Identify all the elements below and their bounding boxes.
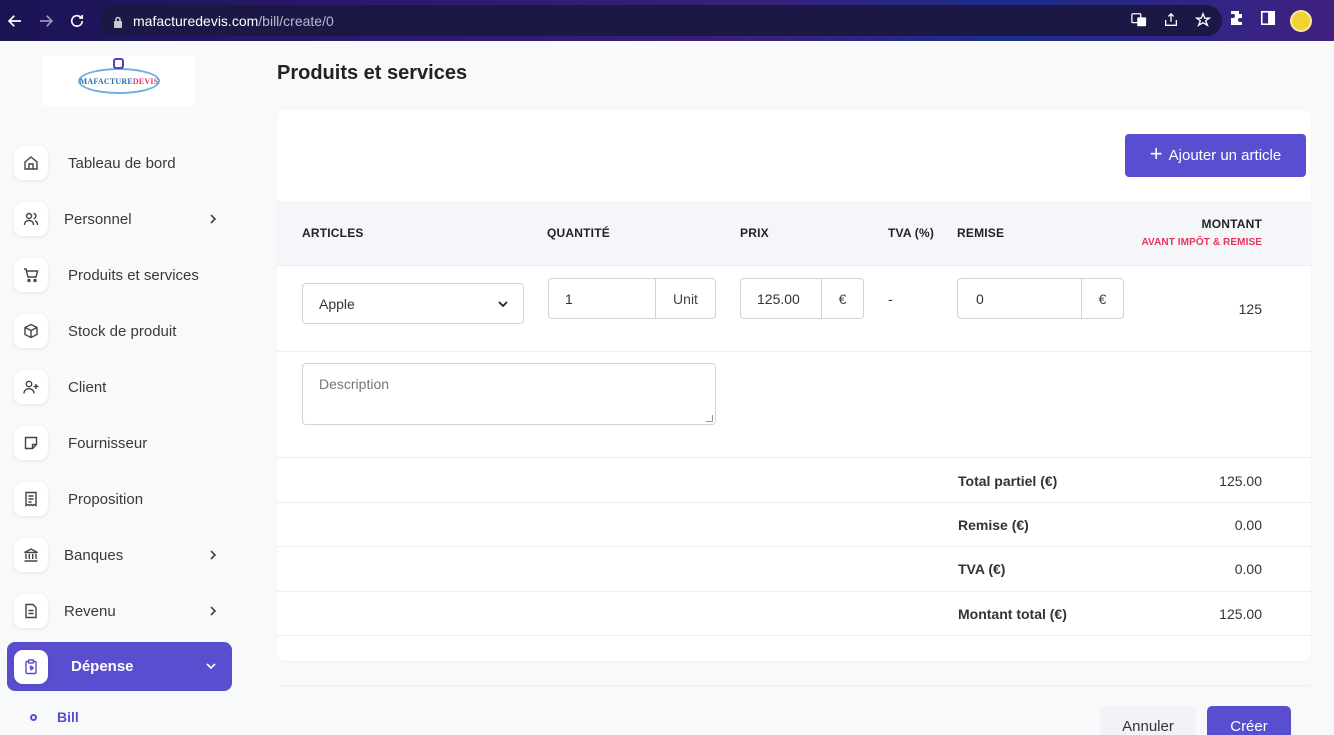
sidebar-subitem-label: Bill	[57, 709, 79, 725]
box-icon	[14, 314, 48, 348]
divider	[277, 502, 1311, 503]
discount-currency-addon: €	[1081, 279, 1123, 318]
col-quantite: QUANTITÉ	[547, 226, 610, 240]
bank-icon	[14, 538, 48, 572]
reload-icon[interactable]	[64, 8, 90, 34]
sidebar-item-label: Dépense	[71, 658, 134, 675]
resize-handle[interactable]	[706, 415, 713, 422]
description-textarea[interactable]: Description	[302, 363, 716, 425]
divider	[277, 351, 1311, 352]
article-select-value: Apple	[319, 295, 355, 312]
sidebar-item-label: Proposition	[68, 490, 144, 508]
create-button[interactable]: Créer	[1207, 706, 1291, 735]
home-icon	[14, 146, 48, 180]
description-placeholder: Description	[319, 376, 390, 392]
discount-total-label: Remise (€)	[958, 517, 1029, 533]
divider	[277, 591, 1311, 592]
sidebar-item-stock[interactable]: Stock de produit	[14, 313, 176, 349]
lock-icon	[113, 15, 123, 28]
chevron-right-icon	[210, 606, 217, 616]
add-article-label: Ajouter un article	[1168, 147, 1282, 164]
sidebar: MAFACTURE DEVIS Tableau de bord Personnel…	[0, 41, 245, 735]
chevron-right-icon	[210, 214, 217, 224]
sidebar-item-label: Fournisseur	[68, 434, 148, 452]
col-prix: PRIX	[740, 226, 769, 240]
users-icon	[14, 202, 48, 236]
subtotal-label: Total partiel (€)	[958, 473, 1058, 489]
price-input[interactable]: 125.00 €	[740, 278, 864, 319]
page-title: Produits et services	[277, 62, 468, 84]
star-icon[interactable]	[1194, 11, 1212, 29]
brand-logo[interactable]: MAFACTURE DEVIS	[43, 56, 195, 106]
note-icon	[14, 426, 48, 460]
sidebar-item-produits[interactable]: Produits et services	[14, 257, 199, 293]
tva-total-label: TVA (€)	[958, 561, 1006, 577]
translate-icon[interactable]	[1130, 11, 1148, 29]
col-tva: TVA (%)	[888, 226, 935, 240]
sidebar-item-revenu[interactable]: Revenu	[14, 593, 217, 629]
url-text: mafacturedevis.com/bill/create/0	[133, 12, 334, 29]
browser-toolbar: mafacturedevis.com/bill/create/0	[0, 0, 1334, 41]
address-bar[interactable]: mafacturedevis.com/bill/create/0	[99, 5, 1222, 36]
sidebar-item-label: Stock de produit	[68, 322, 177, 340]
quantity-input[interactable]: 1 Unit	[548, 278, 716, 319]
col-articles: ARTICLES	[302, 226, 364, 240]
chevron-right-icon	[210, 550, 217, 560]
article-select[interactable]: Apple	[302, 283, 524, 324]
cancel-button[interactable]: Annuler	[1100, 706, 1196, 735]
sidebar-item-proposition[interactable]: Proposition	[14, 481, 143, 517]
profile-avatar[interactable]	[1290, 9, 1312, 32]
col-montant-sub: AVANT IMPÔT & REMISE	[1141, 237, 1262, 248]
row-amount: 125	[1238, 301, 1262, 317]
subtotal-value: 125.00	[1219, 473, 1262, 489]
back-icon[interactable]	[2, 8, 28, 34]
unit-addon: Unit	[655, 279, 715, 318]
sidebar-icon[interactable]	[1260, 10, 1276, 31]
price-value: 125.00	[757, 290, 800, 307]
bullet-icon	[30, 713, 37, 721]
discount-total-value: 0.00	[1234, 517, 1262, 533]
chevron-down-icon	[206, 663, 216, 670]
price-currency-addon: €	[821, 279, 863, 318]
sidebar-item-personnel[interactable]: Personnel	[14, 201, 217, 237]
divider	[277, 457, 1311, 458]
table-header: ARTICLES QUANTITÉ PRIX TVA (%) REMISE MO…	[277, 201, 1311, 266]
forward-icon[interactable]	[33, 8, 59, 34]
col-remise: REMISE	[957, 226, 1005, 240]
sidebar-subitem-bill[interactable]: Bill	[30, 709, 79, 725]
sidebar-item-banques[interactable]: Banques	[14, 537, 217, 573]
clipboard-icon	[14, 649, 48, 684]
grand-total-value: 125.00	[1219, 606, 1262, 622]
sidebar-item-fournisseur[interactable]: Fournisseur	[14, 425, 147, 461]
chevron-down-icon	[498, 301, 508, 308]
sidebar-item-label: Personnel	[64, 210, 132, 228]
tva-value: -	[888, 291, 893, 307]
file-icon	[14, 594, 48, 628]
divider	[277, 685, 1311, 686]
extensions-icon[interactable]	[1228, 9, 1246, 32]
divider	[277, 635, 1311, 636]
discount-input[interactable]: 0 €	[957, 278, 1124, 319]
products-card: + Ajouter un article ARTICLES QUANTITÉ P…	[277, 110, 1311, 661]
tva-total-value: 0.00	[1234, 561, 1262, 577]
sidebar-item-client[interactable]: Client	[14, 369, 106, 405]
divider	[277, 546, 1311, 547]
share-icon[interactable]	[1162, 11, 1180, 29]
discount-value: 0	[976, 290, 984, 307]
quantity-value: 1	[565, 290, 573, 307]
grand-total-label: Montant total (€)	[958, 606, 1067, 622]
cart-icon	[14, 258, 48, 292]
col-montant: MONTANT	[1201, 217, 1262, 231]
receipt-icon	[14, 482, 48, 516]
sidebar-item-label: Tableau de bord	[68, 154, 176, 172]
sidebar-item-depense[interactable]: Dépense	[7, 642, 232, 691]
sidebar-item-label: Client	[68, 378, 107, 396]
sidebar-item-label: Revenu	[64, 602, 116, 620]
add-article-button[interactable]: + Ajouter un article	[1125, 134, 1306, 177]
sidebar-item-label: Produits et services	[68, 266, 199, 284]
sidebar-item-tableau-de-bord[interactable]: Tableau de bord	[14, 145, 176, 181]
sidebar-item-label: Banques	[64, 546, 124, 564]
user-plus-icon	[14, 370, 48, 404]
plus-icon: +	[1149, 140, 1163, 166]
